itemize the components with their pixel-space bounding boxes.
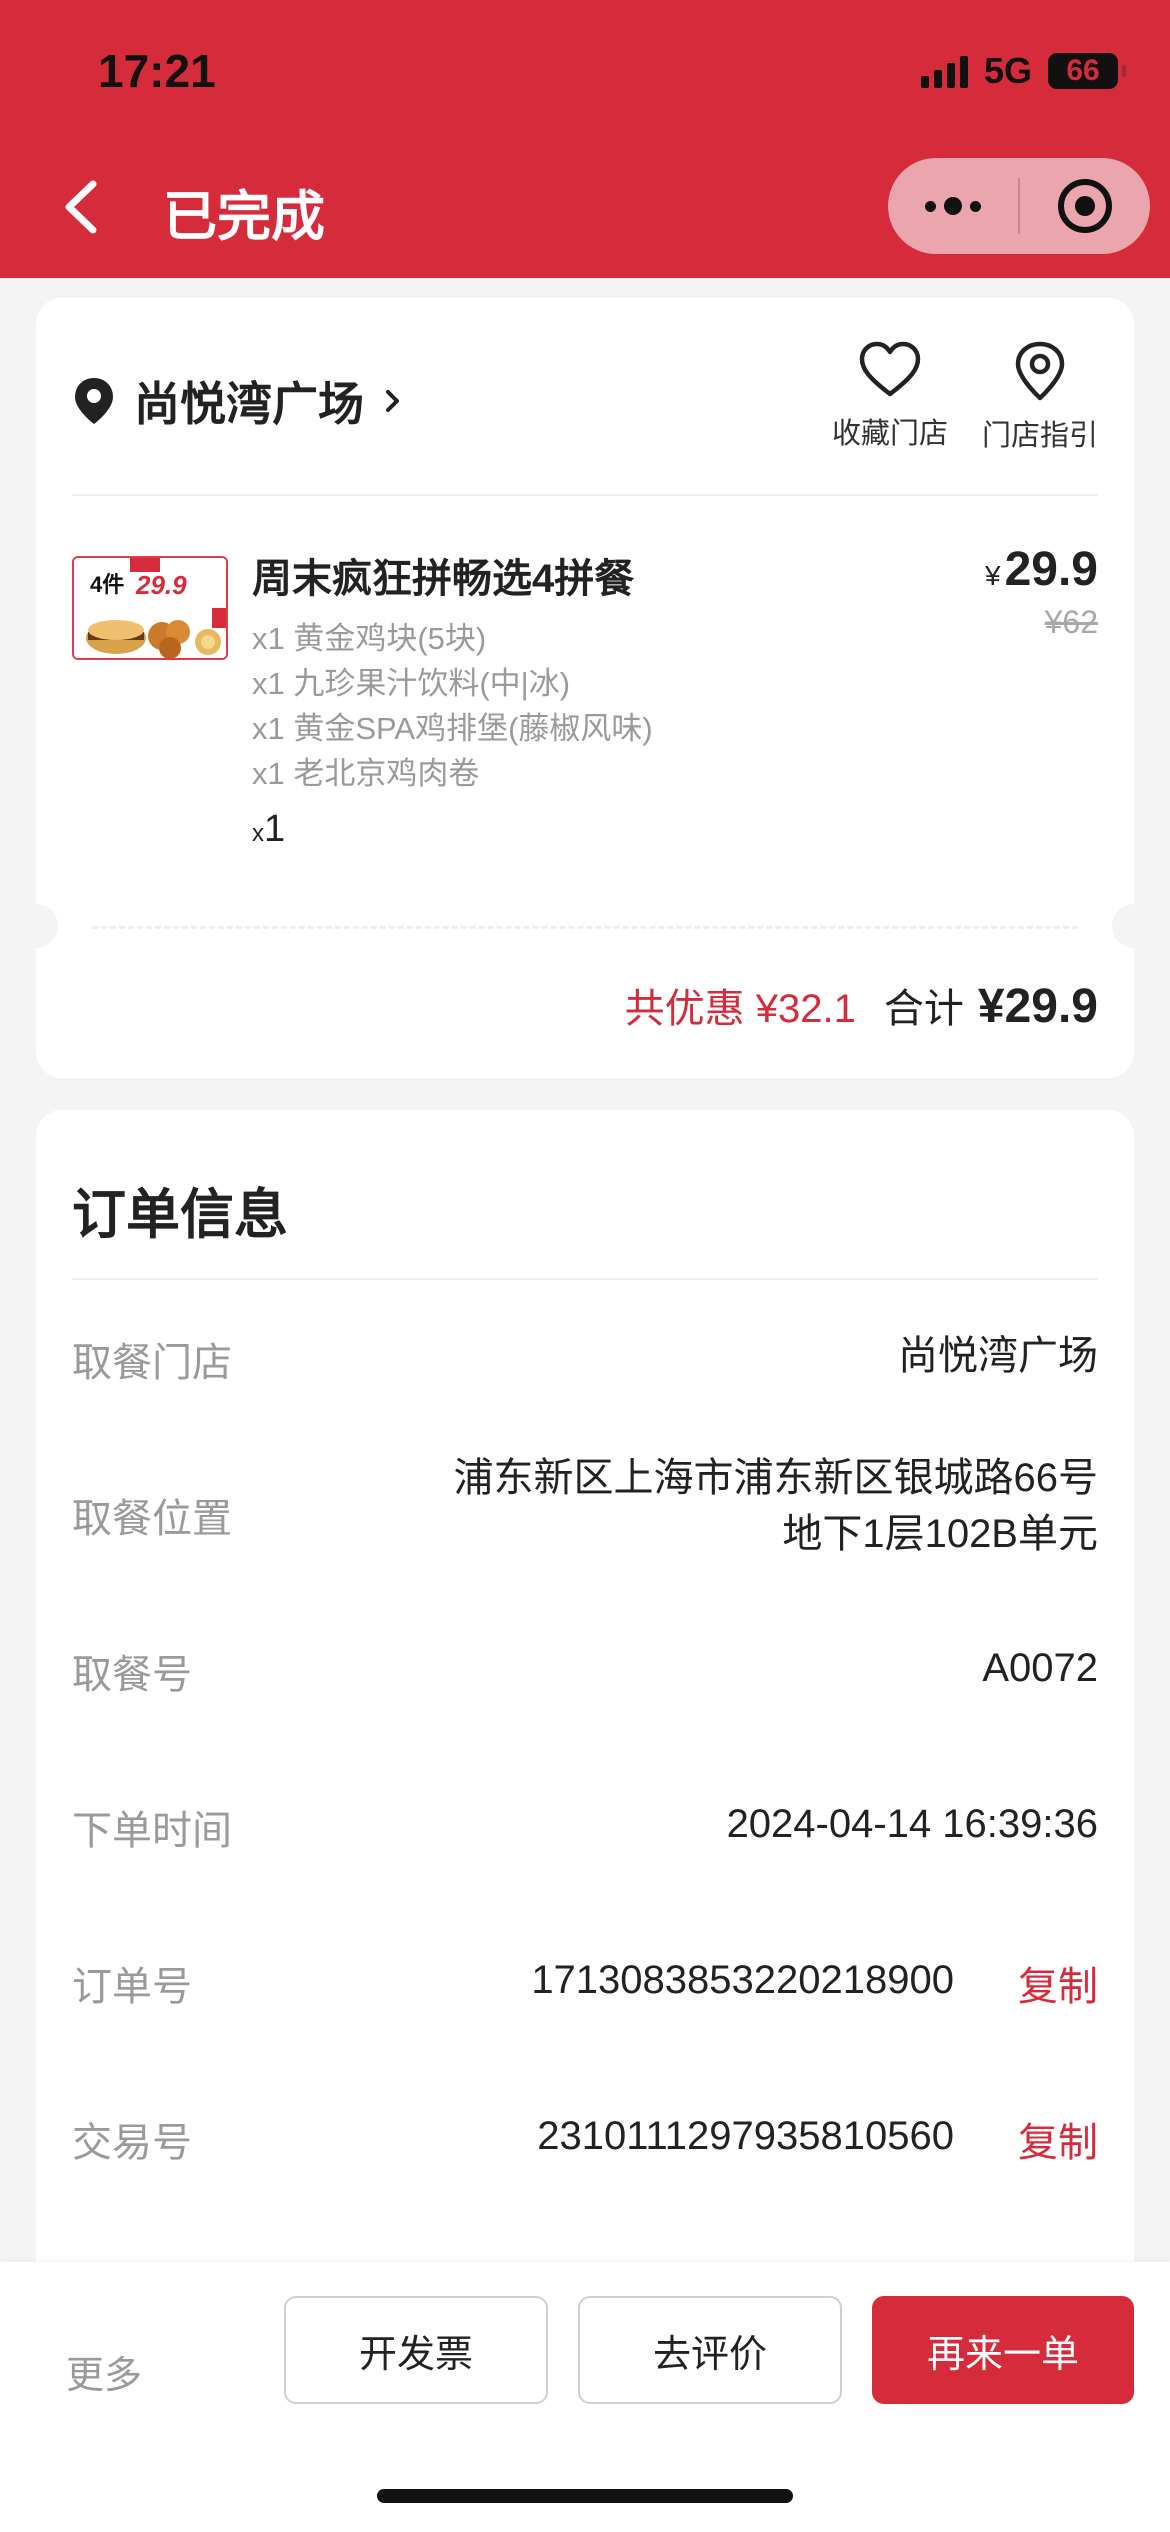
store-name: 尚悦湾广场	[134, 378, 364, 430]
currency-symbol: ¥	[985, 560, 1001, 591]
product-title: 周末疯狂拼畅选4拼餐	[252, 557, 635, 601]
divider	[72, 494, 1098, 496]
battery-level: 66	[1066, 54, 1100, 87]
info-label: 取餐位置	[72, 1497, 232, 1541]
info-value: A0072	[982, 1646, 1098, 1690]
product-image: 4件 29.9	[72, 556, 228, 660]
store-link[interactable]: 尚悦湾广场	[72, 368, 404, 434]
divider	[72, 1278, 1098, 1280]
review-button[interactable]: 去评价	[578, 2296, 842, 2404]
pickup-location-row: 取餐位置 浦东新区上海市浦东新区银城路66号 地下1层102B单元	[72, 1450, 1098, 1570]
product-item: x1 九珍果汁饮料(中|冰)	[252, 666, 571, 701]
store-guide-label: 门店指引	[981, 420, 1098, 452]
svg-text:29.9: 29.9	[135, 570, 187, 600]
order-info-title: 订单信息	[72, 1185, 288, 1245]
heart-icon	[859, 341, 921, 397]
dashed-divider	[92, 926, 1078, 929]
status-time: 17:21	[98, 45, 216, 97]
quantity-prefix: x	[252, 820, 264, 847]
product-item: x1 老北京鸡肉卷	[252, 756, 480, 791]
info-label: 取餐门店	[72, 1341, 232, 1385]
home-indicator	[377, 2489, 793, 2503]
product-price: ¥29.9	[985, 542, 1098, 597]
more-menu-button[interactable]	[888, 197, 1018, 215]
order-time-row: 下单时间 2024-04-14 16:39:36	[72, 1798, 1098, 1858]
info-label: 取餐号	[72, 1653, 192, 1697]
info-label: 交易号	[72, 2121, 192, 2165]
original-price: ¥62	[1044, 604, 1098, 640]
map-pin-icon	[1015, 341, 1065, 401]
chevron-left-icon	[65, 180, 97, 234]
signal-icon	[920, 54, 968, 88]
pickup-store-row: 取餐门店 尚悦湾广场	[72, 1330, 1098, 1390]
info-label: 订单号	[72, 1965, 192, 2009]
location-pin-icon	[75, 378, 113, 424]
chevron-right-icon	[386, 390, 399, 412]
combo-meal-picture: 4件 29.9	[74, 558, 226, 658]
product-quantity: x1	[252, 808, 285, 851]
close-miniprogram-button[interactable]	[1020, 177, 1150, 235]
invoice-button[interactable]: 开发票	[284, 2296, 548, 2404]
order-number-row: 订单号 1713083853220218900 复制	[72, 1954, 1098, 2014]
info-value: 尚悦湾广场	[898, 1334, 1098, 1378]
discount-total: 共优惠 ¥32.1	[624, 987, 856, 1031]
top-header: 17:21 5G 66 已完成	[0, 0, 1170, 278]
target-icon	[1058, 179, 1112, 233]
status-indicators: 5G 66	[920, 50, 1126, 92]
sum-value: ¥29.9	[977, 980, 1098, 1033]
location-line: 地下1层102B单元	[782, 1512, 1098, 1556]
page-title: 已完成	[163, 187, 325, 247]
svg-text:4件: 4件	[90, 572, 124, 597]
back-button[interactable]	[55, 172, 115, 242]
info-value: 2310111297935810560	[537, 2114, 954, 2158]
sum-label: 合计	[883, 987, 964, 1031]
store-actions: 收藏门店 门店指引	[832, 340, 1098, 454]
info-label: 下单时间	[72, 1809, 232, 1853]
copy-transaction-number-button[interactable]: 复制	[1018, 2110, 1098, 2168]
reorder-button[interactable]: 再来一单	[872, 2296, 1134, 2404]
info-value: 2024-04-14 16:39:36	[726, 1802, 1098, 1846]
product-items-list: x1 黄金鸡块(5块) x1 九珍果汁饮料(中|冰) x1 黄金SPA鸡排堡(藤…	[252, 616, 653, 796]
favorite-store-button[interactable]: 收藏门店	[832, 340, 948, 454]
order-total: 共优惠 ¥32.1 合计 ¥29.9	[625, 976, 1098, 1034]
quantity-value: 1	[264, 808, 286, 850]
info-value: 1713083853220218900	[531, 1958, 954, 2002]
favorite-store-label: 收藏门店	[831, 418, 948, 450]
order-summary-card: 尚悦湾广场 收藏门店 门店指引 4件 29.9 周末疯狂拼畅选4拼餐 x1 黄金…	[14, 298, 1156, 1078]
more-button[interactable]: 更多	[66, 2344, 142, 2399]
info-value: 浦东新区上海市浦东新区银城路66号 地下1层102B单元	[454, 1450, 1099, 1562]
product-item: x1 黄金SPA鸡排堡(藤椒风味)	[252, 711, 653, 746]
price-value: 29.9	[1004, 543, 1098, 596]
ticket-notch-left	[14, 904, 58, 948]
copy-order-number-button[interactable]: 复制	[1018, 1954, 1098, 2012]
product-item: x1 黄金鸡块(5块)	[252, 621, 487, 656]
transaction-number-row: 交易号 2310111297935810560 复制	[72, 2110, 1098, 2170]
battery-icon: 66	[1048, 53, 1126, 89]
network-label: 5G	[983, 50, 1032, 91]
mini-program-capsule	[888, 158, 1150, 254]
pickup-number-row: 取餐号 A0072	[72, 1642, 1098, 1702]
location-line: 浦东新区上海市浦东新区银城路66号	[453, 1456, 1099, 1500]
ticket-notch-right	[1112, 904, 1156, 948]
store-guide-button[interactable]: 门店指引	[982, 340, 1098, 454]
